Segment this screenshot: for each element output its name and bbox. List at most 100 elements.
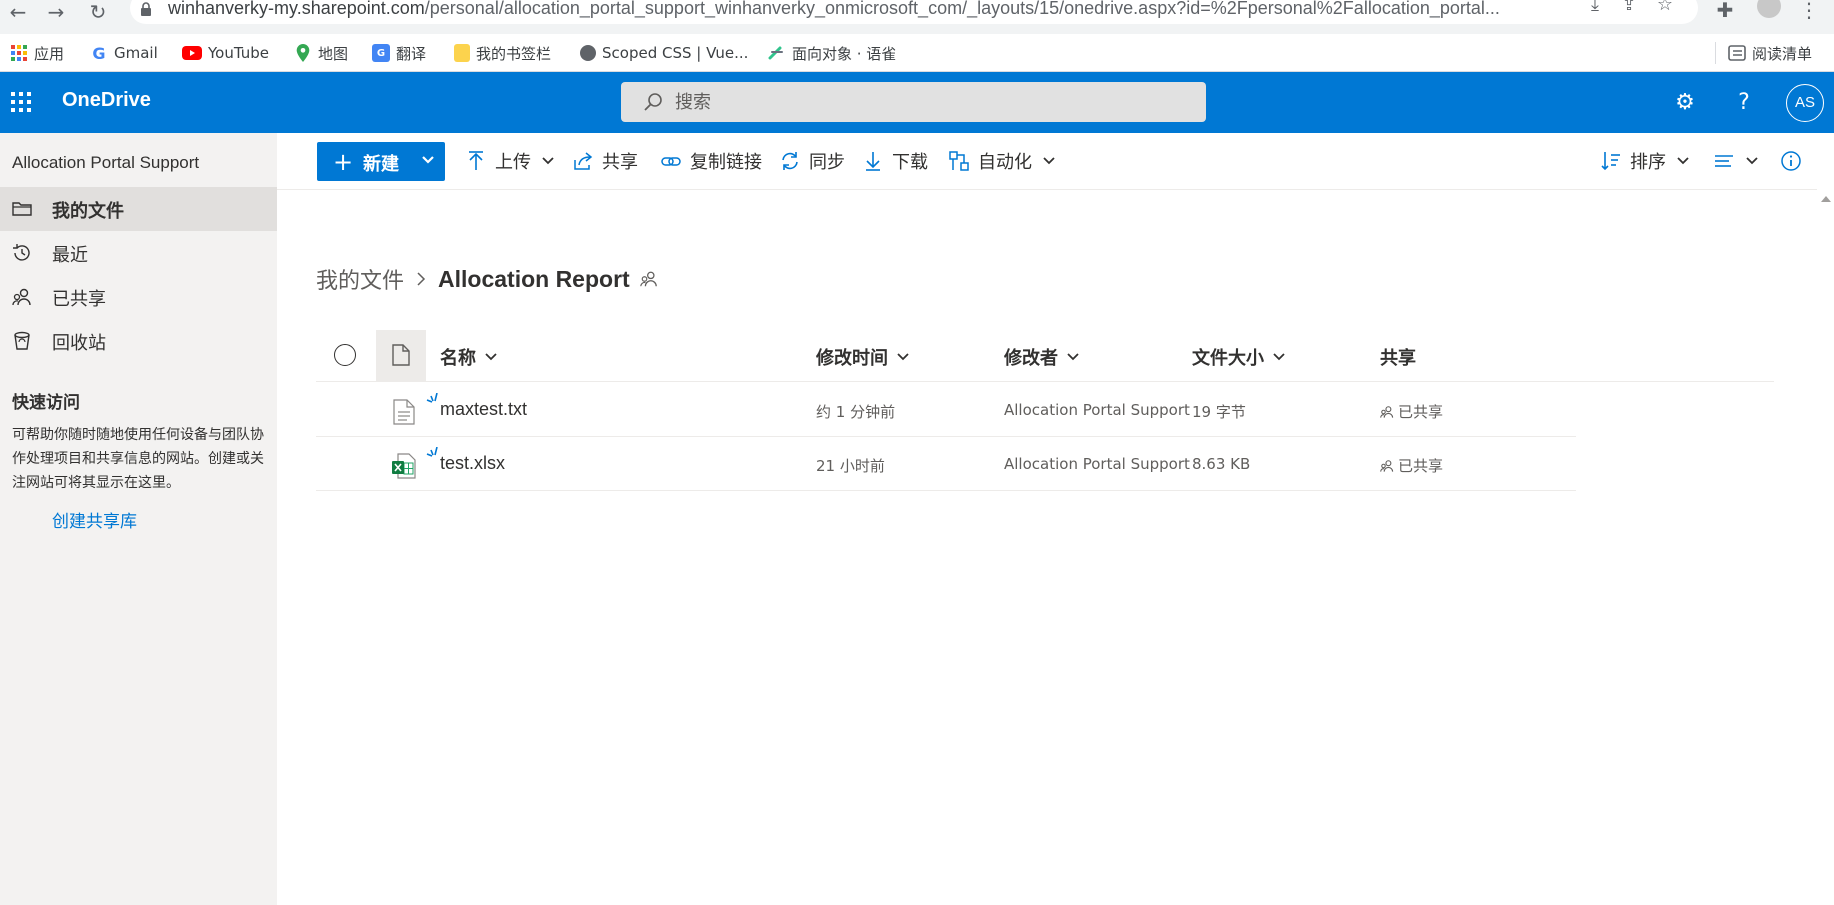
share-label: 共享 xyxy=(602,152,638,173)
copy-link-button[interactable]: 复制链接 xyxy=(660,143,762,179)
bookmark-translate[interactable]: G 翻译 xyxy=(372,41,426,65)
column-header-label: 文件大小 xyxy=(1192,348,1264,369)
bookmark-folder[interactable]: 我的书签栏 xyxy=(454,41,551,65)
new-button[interactable]: + 新建 xyxy=(317,142,445,181)
apps-grid-icon xyxy=(11,45,27,61)
column-header-name[interactable]: 名称 xyxy=(440,344,498,370)
browser-profile-avatar[interactable] xyxy=(1757,0,1781,18)
extensions-puzzle-icon[interactable]: ✚ xyxy=(1712,0,1738,24)
settings-gear-icon[interactable]: ⚙ xyxy=(1670,88,1700,118)
search-box[interactable] xyxy=(621,82,1206,122)
globe-icon xyxy=(580,45,596,61)
modified-by[interactable]: Allocation Portal Support xyxy=(1004,455,1190,473)
bookmark-star-icon[interactable]: ☆ xyxy=(1654,0,1676,16)
back-icon[interactable]: ← xyxy=(6,0,30,24)
bookmarks-bar: 应用 G Gmail YouTube 地图 G 翻译 我的书签栏 Scoped … xyxy=(0,34,1834,72)
bookmark-youtube[interactable]: YouTube xyxy=(182,41,269,65)
install-app-icon[interactable]: ⤓ xyxy=(1584,0,1606,16)
command-bar: + 新建 上传 共享 复制链接 同步 下载 自动化 排序 xyxy=(277,133,1817,190)
modified-by[interactable]: Allocation Portal Support xyxy=(1004,401,1190,419)
share-page-icon[interactable]: ⇪ xyxy=(1618,0,1640,16)
info-icon xyxy=(1781,151,1801,171)
sharing-status[interactable]: 已共享 xyxy=(1380,401,1443,422)
table-row[interactable]: test.xlsx 21 小时前 Allocation Portal Suppo… xyxy=(316,437,1576,491)
address-bar[interactable]: winhanverky-my.sharepoint.com/personal/a… xyxy=(130,0,1698,24)
nav-item-my-files[interactable]: 我的文件 xyxy=(0,187,277,231)
help-icon[interactable]: ? xyxy=(1729,88,1759,118)
column-header-sharing[interactable]: 共享 xyxy=(1380,344,1416,370)
shared-people-icon xyxy=(1380,405,1394,418)
automate-button[interactable]: 自动化 xyxy=(948,143,1056,179)
bookmark-yuque[interactable]: 面向对象 · 语雀 xyxy=(768,41,896,65)
browser-menu-icon[interactable]: ⋮ xyxy=(1796,0,1822,24)
sync-button[interactable]: 同步 xyxy=(779,143,845,179)
breadcrumb: 我的文件 Allocation Report xyxy=(316,263,658,295)
nav-item-label: 最近 xyxy=(52,245,88,266)
bookmark-label: 地图 xyxy=(318,44,349,63)
upload-button[interactable]: 上传 xyxy=(465,143,555,179)
browser-toolbar: ← → ↻ winhanverky-my.sharepoint.com/pers… xyxy=(0,0,1834,34)
app-launcher-icon[interactable] xyxy=(11,92,31,112)
create-shared-library-link[interactable]: 创建共享库 xyxy=(52,507,137,532)
list-view-icon xyxy=(1715,155,1733,167)
automate-flow-icon xyxy=(949,151,969,171)
breadcrumb-root[interactable]: 我的文件 xyxy=(316,263,404,295)
site-title: Allocation Portal Support xyxy=(12,153,200,172)
file-list-header: 名称 修改时间 修改者 文件大小 共享 xyxy=(316,330,1774,382)
table-row[interactable]: maxtest.txt 约 1 分钟前 Allocation Portal Su… xyxy=(316,383,1576,437)
excel-file-icon xyxy=(392,453,416,479)
column-header-modified[interactable]: 修改时间 xyxy=(816,344,910,370)
share-button[interactable]: 共享 xyxy=(572,143,638,179)
nav-item-shared[interactable]: 已共享 xyxy=(0,275,277,319)
chevron-down-icon xyxy=(422,156,434,164)
chevron-down-icon xyxy=(1273,353,1285,361)
file-name-link[interactable]: maxtest.txt xyxy=(440,399,527,420)
download-button[interactable]: 下载 xyxy=(862,143,928,179)
column-header-modified-by[interactable]: 修改者 xyxy=(1004,344,1080,370)
bookmark-apps[interactable]: 应用 xyxy=(10,41,64,65)
nav-item-label: 我的文件 xyxy=(52,201,124,222)
column-header-label: 修改者 xyxy=(1004,348,1058,369)
bookmark-label: YouTube xyxy=(208,44,269,62)
nav-item-recycle-bin[interactable]: 回收站 xyxy=(0,319,277,363)
url-path: /personal/allocation_portal_support_winh… xyxy=(424,0,1500,18)
bookmark-scoped-css[interactable]: Scoped CSS | Vue... xyxy=(580,41,748,65)
scroll-up-arrow-icon[interactable] xyxy=(1821,196,1831,202)
quick-access-title: 快速访问 xyxy=(12,393,80,413)
new-item-sparkle-icon xyxy=(426,393,438,403)
shared-people-icon[interactable] xyxy=(640,270,658,288)
file-type-column-header[interactable] xyxy=(376,330,426,382)
details-pane-button[interactable] xyxy=(1780,143,1810,179)
app-brand[interactable]: OneDrive xyxy=(62,89,151,112)
history-icon xyxy=(13,244,30,261)
view-options-button[interactable] xyxy=(1713,143,1759,179)
account-avatar[interactable]: AS xyxy=(1786,84,1824,122)
translate-icon: G xyxy=(372,44,390,62)
file-name-link[interactable]: test.xlsx xyxy=(440,453,505,474)
bookmark-gmail[interactable]: G Gmail xyxy=(90,41,157,65)
bookmark-label: 面向对象 · 语雀 xyxy=(792,44,897,63)
column-header-label: 修改时间 xyxy=(816,348,888,369)
chevron-down-icon xyxy=(485,353,497,361)
file-size: 19 字节 xyxy=(1192,403,1246,421)
reload-icon[interactable]: ↻ xyxy=(86,0,110,24)
plus-icon: + xyxy=(333,148,354,176)
sharing-status[interactable]: 已共享 xyxy=(1380,455,1443,476)
url-text[interactable]: winhanverky-my.sharepoint.com/personal/a… xyxy=(168,0,1500,19)
bookmark-label: 我的书签栏 xyxy=(476,44,552,63)
column-header-label: 共享 xyxy=(1380,348,1416,369)
search-input[interactable] xyxy=(675,88,1175,116)
forward-icon[interactable]: → xyxy=(44,0,68,24)
breadcrumb-current: Allocation Report xyxy=(438,265,630,292)
sort-button[interactable]: 排序 xyxy=(1600,143,1690,179)
reading-list-button[interactable]: 阅读清单 xyxy=(1728,41,1812,65)
nav-item-recent[interactable]: 最近 xyxy=(0,231,277,275)
select-all-checkbox[interactable] xyxy=(334,344,356,366)
yuque-icon xyxy=(768,46,783,60)
upload-arrow-icon xyxy=(469,151,483,170)
reading-list-icon xyxy=(1728,45,1746,61)
vertical-scrollbar[interactable] xyxy=(1817,190,1834,905)
column-header-file-size[interactable]: 文件大小 xyxy=(1192,344,1286,370)
bookmark-maps[interactable]: 地图 xyxy=(294,41,348,65)
quick-access-description: 可帮助你随时随地使用任何设备与团队协作处理项目和共享信息的网站。创建或关注网站可… xyxy=(12,427,264,491)
